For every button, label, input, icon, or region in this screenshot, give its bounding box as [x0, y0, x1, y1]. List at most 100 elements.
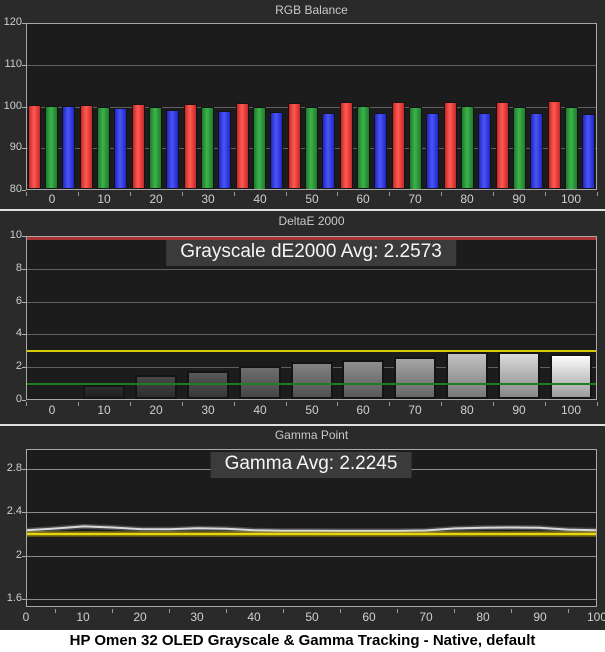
y-tick-label: 4 — [15, 327, 22, 339]
gamma-avg-annotation: Gamma Avg: 2.2245 — [210, 452, 412, 478]
x-tick-label: 100 — [560, 192, 582, 206]
bar-green — [253, 107, 266, 189]
x-tick-label: 20 — [133, 610, 147, 624]
x-tick-label: 60 — [356, 403, 370, 417]
bar-green — [461, 106, 474, 189]
x-tick-mark — [389, 402, 390, 406]
x-tick-label: 10 — [97, 403, 111, 417]
chart-title-deltae: DeltaE 2000 — [278, 214, 345, 228]
bar-red — [340, 102, 353, 189]
x-tick-label: 70 — [408, 192, 422, 206]
x-tick-mark — [182, 192, 183, 196]
y-tick-label: 8 — [15, 262, 22, 274]
chart-title-rgb-balance: RGB Balance — [275, 3, 348, 17]
x-tick-mark — [389, 192, 390, 196]
x-tick-mark — [511, 609, 512, 613]
x-tick-label: 40 — [253, 192, 267, 206]
x-tick-label: 50 — [305, 403, 319, 417]
x-tick-label: 100 — [586, 610, 605, 624]
y-tick-label: 1.6 — [6, 592, 22, 604]
y-tick-label: 10 — [9, 229, 22, 241]
y-tick-mark — [22, 599, 26, 600]
bar-grayscale-20 — [135, 375, 177, 399]
x-tick-mark — [545, 192, 546, 196]
bar-red — [132, 104, 145, 189]
bar-grayscale-60 — [342, 360, 384, 399]
y-tick-mark — [22, 65, 26, 66]
y-tick-mark — [22, 236, 26, 237]
x-tick-mark — [169, 609, 170, 613]
y-tick-mark — [22, 23, 26, 24]
y-tick-label: 120 — [3, 16, 22, 28]
bar-red — [392, 102, 405, 189]
x-tick-label: 90 — [512, 192, 526, 206]
x-tick-label: 50 — [305, 610, 319, 624]
x-tick-mark — [337, 192, 338, 196]
x-tick-mark — [182, 402, 183, 406]
y-tick-mark — [22, 367, 26, 368]
x-tick-mark — [337, 402, 338, 406]
x-tick-mark — [130, 402, 131, 406]
bar-grayscale-90 — [498, 352, 540, 399]
x-tick-label: 70 — [408, 403, 422, 417]
x-tick-label: 100 — [560, 403, 582, 417]
bar-blue — [530, 113, 543, 189]
bar-red — [288, 103, 301, 189]
y-tick-label: 2.4 — [6, 505, 22, 517]
bar-blue — [478, 113, 491, 189]
x-tick-mark — [26, 192, 27, 196]
y-tick-label: 6 — [15, 295, 22, 307]
bar-blue — [62, 106, 75, 189]
panel-separator — [0, 209, 605, 211]
y-tick-label: 110 — [4, 58, 22, 70]
bar-blue — [582, 114, 595, 189]
y-tick-mark — [22, 334, 26, 335]
bar-blue — [218, 111, 231, 189]
x-tick-mark — [55, 609, 56, 613]
y-tick-mark — [22, 400, 26, 401]
bar-blue — [322, 113, 335, 189]
x-tick-mark — [441, 402, 442, 406]
bar-blue — [426, 113, 439, 189]
x-tick-mark — [597, 402, 598, 406]
x-tick-label: 80 — [460, 192, 474, 206]
x-tick-label: 60 — [362, 610, 376, 624]
bar-green — [45, 106, 58, 189]
x-tick-mark — [454, 609, 455, 613]
y-tick-label: 2 — [15, 360, 22, 372]
x-tick-mark — [597, 192, 598, 196]
x-tick-mark — [493, 192, 494, 196]
y-tick-label: 80 — [9, 183, 22, 195]
chart-title-gamma: Gamma Point — [274, 428, 349, 442]
bar-green — [565, 107, 578, 189]
bar-red — [548, 101, 561, 189]
bar-red — [80, 105, 93, 189]
y-tick-mark — [22, 190, 26, 191]
x-tick-mark — [226, 609, 227, 613]
x-tick-label: 50 — [305, 192, 319, 206]
rgb-balance-plot — [26, 23, 597, 190]
x-tick-mark — [286, 402, 287, 406]
calman-report: RGB Balance DeltaE 2000 Grayscale dE2000… — [0, 0, 605, 652]
bar-red — [236, 103, 249, 189]
y-tick-mark — [22, 556, 26, 557]
x-tick-mark — [545, 402, 546, 406]
y-tick-mark — [22, 269, 26, 270]
x-tick-label: 40 — [247, 610, 261, 624]
bar-blue — [374, 113, 387, 189]
report-caption: HP Omen 32 OLED Grayscale & Gamma Tracki… — [0, 630, 605, 652]
gridline — [27, 334, 596, 335]
x-tick-mark — [286, 192, 287, 196]
x-tick-mark — [234, 402, 235, 406]
bar-green — [513, 107, 526, 189]
grayscale-avg-annotation: Grayscale dE2000 Avg: 2.2573 — [166, 240, 456, 266]
y-tick-label: 2.8 — [6, 462, 22, 474]
x-tick-label: 60 — [356, 192, 370, 206]
bar-grayscale-80 — [446, 352, 488, 399]
x-tick-label: 30 — [190, 610, 204, 624]
x-tick-mark — [568, 609, 569, 613]
gridline — [27, 65, 596, 66]
x-tick-mark — [26, 402, 27, 406]
x-tick-mark — [112, 609, 113, 613]
panel-separator — [0, 424, 605, 426]
